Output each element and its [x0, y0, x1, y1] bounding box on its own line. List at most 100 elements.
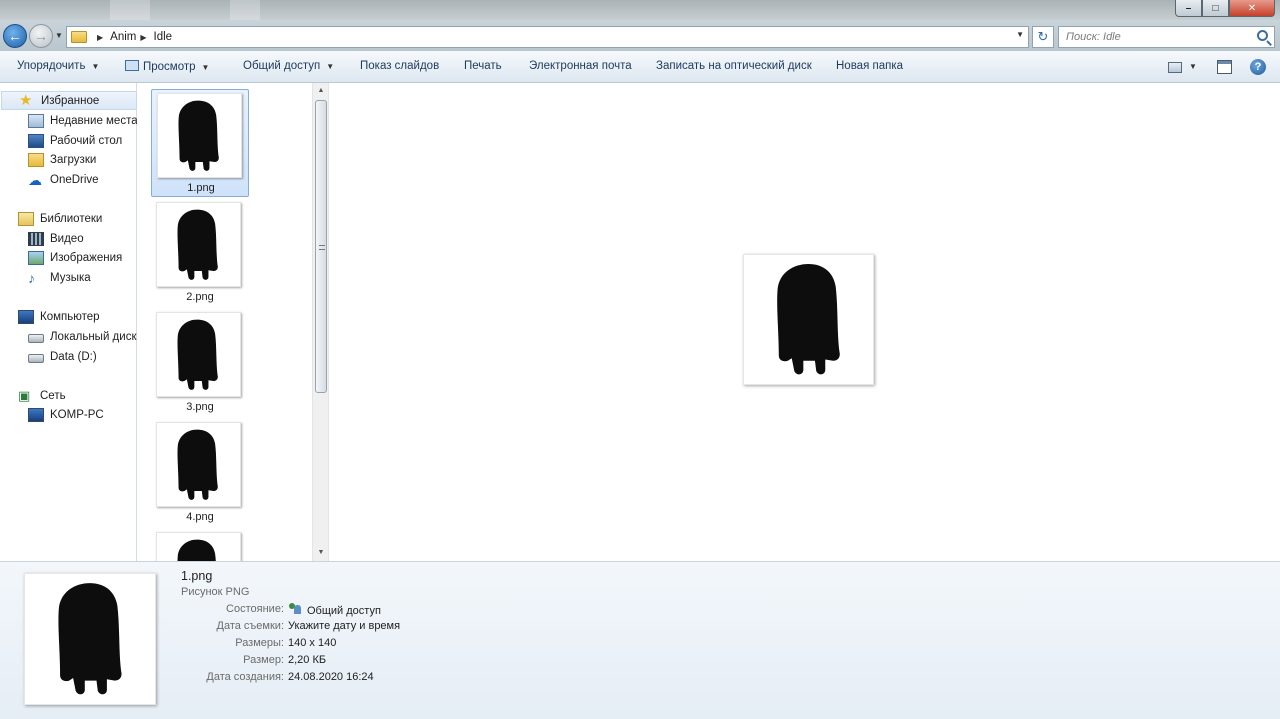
chevron-right-icon[interactable]: ▶ — [97, 33, 103, 42]
organize-button[interactable]: Упорядочить ▼ — [17, 60, 99, 72]
file-tile[interactable]: 2.png — [151, 199, 249, 307]
preview-pane-icon[interactable] — [1217, 60, 1232, 74]
organize-label: Упорядочить — [17, 60, 86, 72]
search-box[interactable] — [1058, 26, 1275, 48]
view-options-icon[interactable] — [1168, 62, 1182, 73]
drive-icon — [28, 353, 44, 363]
computer-icon — [18, 309, 34, 324]
network-computer-icon — [28, 407, 44, 422]
chevron-down-icon[interactable]: ▼ — [1016, 30, 1024, 39]
details-row-dimensions: Размеры: 140 x 140 — [0, 637, 1280, 653]
file-name: 4.png — [186, 511, 214, 523]
slideshow-button[interactable]: Показ слайдов — [360, 60, 439, 72]
preview-image — [743, 254, 874, 385]
network-icon: ▣ — [18, 387, 31, 403]
silhouette-image — [177, 539, 216, 561]
file-thumbnail — [157, 93, 242, 178]
sidebar-item-music[interactable]: ♪ Музыка — [0, 268, 136, 287]
file-tile[interactable]: 1.png — [151, 89, 249, 197]
details-label: Дата создания: — [206, 671, 284, 683]
recent-pages-dropdown[interactable]: ▼ — [55, 31, 63, 40]
sidebar-item-desktop[interactable]: Рабочий стол — [0, 131, 136, 150]
sidebar-item-recent-places[interactable]: Недавние места — [0, 111, 138, 130]
sidebar-item-label: Видео — [50, 232, 84, 245]
pictures-icon — [28, 250, 44, 265]
address-box[interactable]: ▶ Anim ▶ Idle ▼ — [66, 26, 1029, 48]
email-button[interactable]: Электронная почта — [529, 60, 632, 72]
file-name: 1.png — [187, 182, 215, 194]
file-name: 2.png — [186, 291, 214, 303]
cloud-icon: ☁ — [28, 171, 42, 188]
window-controls: – □ ✕ — [1175, 0, 1275, 17]
search-input[interactable] — [1066, 31, 1252, 43]
breadcrumb-idle[interactable]: Idle — [154, 31, 173, 43]
grip-icon — [319, 245, 325, 250]
burn-disc-button[interactable]: Записать на оптический диск — [656, 60, 812, 72]
details-value[interactable]: Укажите дату и время — [288, 620, 400, 632]
preview-label: Просмотр — [143, 61, 196, 73]
sidebar-item-downloads[interactable]: Загрузки — [0, 150, 136, 169]
file-tile[interactable] — [151, 529, 249, 561]
file-list: 1.png 2.png 3.png 4.png — [137, 83, 329, 561]
sidebar-item-libraries[interactable]: Библиотеки — [0, 209, 136, 228]
scroll-down-arrow-icon[interactable]: ▼ — [313, 545, 329, 561]
silhouette-image — [177, 429, 218, 500]
sidebar-item-label: Data (D:) — [50, 350, 97, 363]
silhouette-image — [777, 264, 840, 375]
share-button[interactable]: Общий доступ ▼ — [243, 60, 334, 72]
sidebar-item-label: Компьютер — [40, 310, 100, 323]
file-tile[interactable]: 3.png — [151, 309, 249, 417]
sidebar-item-label: OneDrive — [50, 173, 99, 186]
back-arrow-icon[interactable]: ← — [3, 24, 27, 48]
scroll-up-arrow-icon[interactable]: ▲ — [313, 83, 329, 99]
file-thumbnail — [156, 532, 241, 561]
close-button[interactable]: ✕ — [1229, 0, 1275, 17]
chevron-down-icon: ▼ — [91, 62, 100, 71]
sidebar-item-komp-pc[interactable]: KOMP-PC — [0, 405, 136, 424]
sidebar-item-label: Избранное — [41, 94, 100, 107]
details-label: Размер: — [243, 654, 284, 666]
print-button[interactable]: Печать — [464, 60, 502, 72]
breadcrumb-anim[interactable]: Anim — [110, 31, 136, 43]
sidebar-item-pictures[interactable]: Изображения — [0, 248, 136, 267]
command-bar: Упорядочить ▼ Просмотр ▼ Общий доступ ▼ Пок… — [0, 51, 1280, 83]
preview-button[interactable]: Просмотр ▼ — [125, 60, 209, 73]
forward-arrow-icon[interactable]: → — [29, 24, 53, 48]
scrollbar-thumb[interactable] — [315, 100, 327, 393]
file-list-scrollbar[interactable]: ▲ ▼ — [312, 83, 328, 561]
sidebar-item-local-disk[interactable]: Локальный диск — [0, 327, 136, 346]
details-value-text: Общий доступ — [307, 605, 381, 617]
desktop-icon — [28, 133, 44, 148]
search-icon[interactable] — [1257, 30, 1268, 41]
details-value: 24.08.2020 16:24 — [288, 671, 374, 683]
file-tile[interactable]: 4.png — [151, 419, 249, 527]
new-folder-button[interactable]: Новая папка — [836, 60, 903, 72]
chevron-down-icon: ▼ — [201, 63, 210, 72]
preview-icon — [125, 60, 139, 71]
sidebar-item-onedrive[interactable]: ☁ OneDrive — [0, 170, 136, 189]
details-value[interactable]: Общий доступ — [288, 603, 381, 617]
help-icon[interactable]: ? — [1250, 59, 1266, 75]
video-icon — [28, 231, 44, 246]
refresh-icon[interactable]: ↻ — [1032, 26, 1054, 48]
sidebar-item-label: Загрузки — [50, 153, 97, 166]
users-icon — [288, 603, 302, 615]
libraries-icon — [18, 211, 34, 226]
sidebar-item-computer[interactable]: Компьютер — [0, 307, 136, 326]
details-value: 2,20 КБ — [288, 654, 327, 666]
minimize-button[interactable]: – — [1175, 0, 1202, 17]
sidebar-item-label: Изображения — [50, 251, 123, 264]
chevron-right-icon[interactable]: ▶ — [140, 33, 146, 42]
sidebar-item-network[interactable]: ▣ Сеть — [0, 386, 136, 405]
navigation-pane: ★ Избранное Недавние места Рабочий стол … — [0, 83, 138, 561]
details-value: 140 x 140 — [288, 637, 337, 649]
address-bar-area: ← → ▼ ▶ Anim ▶ Idle ▼ ↻ — [0, 20, 1280, 51]
file-name: 3.png — [186, 401, 214, 413]
star-icon: ★ — [19, 91, 33, 109]
sidebar-item-favorites[interactable]: ★ Избранное — [1, 91, 137, 110]
file-thumbnail — [156, 312, 241, 397]
sidebar-item-video[interactable]: Видео — [0, 229, 136, 248]
maximize-button[interactable]: □ — [1202, 0, 1229, 17]
sidebar-item-data-d[interactable]: Data (D:) — [0, 347, 136, 366]
chevron-down-icon[interactable]: ▼ — [1189, 62, 1197, 71]
